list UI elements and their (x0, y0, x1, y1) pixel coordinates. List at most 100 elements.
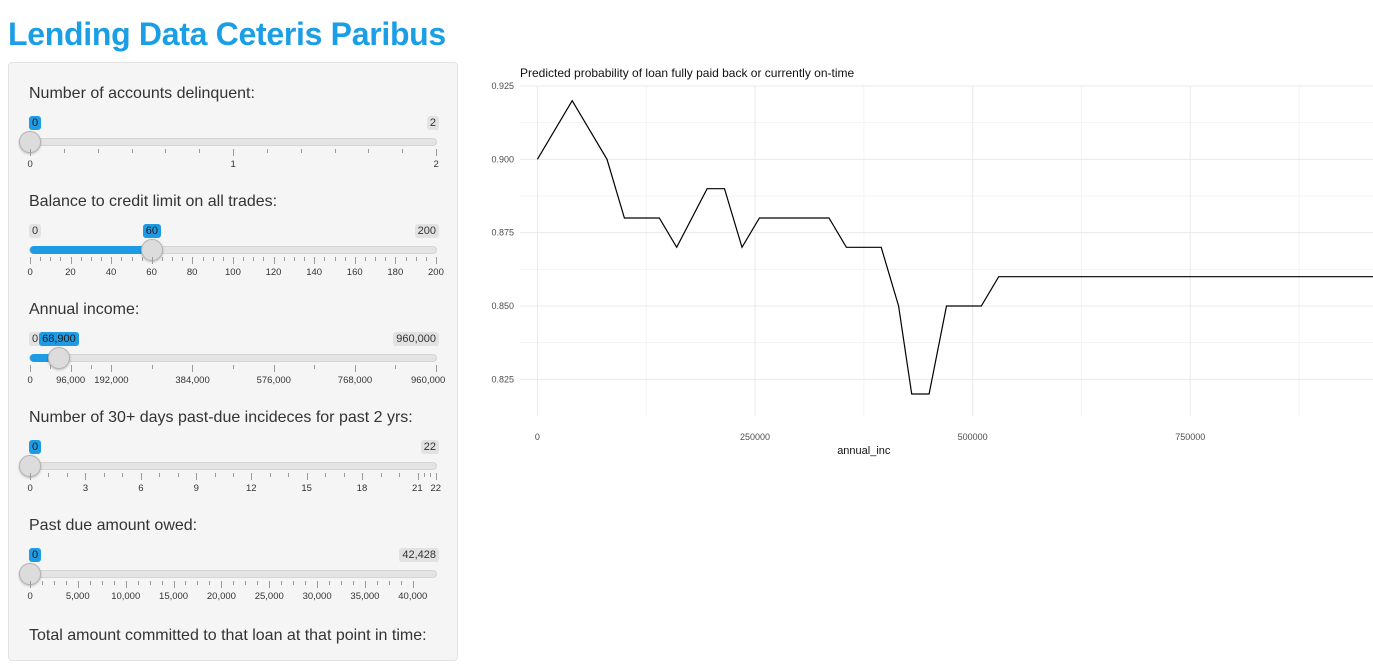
minor-tick (425, 257, 427, 261)
slider-track[interactable] (29, 570, 437, 578)
minor-tick (141, 257, 143, 261)
tick-label: 10,000 (111, 591, 141, 602)
x-tick-label: 0 (535, 432, 540, 442)
minor-tick (66, 473, 68, 477)
tick-label: 180 (387, 267, 404, 278)
slider-ticks: 0 5,000 10,000 15,000 20,000 25,000 30,000 35,0… (28, 581, 439, 613)
major-tick (362, 473, 364, 480)
tick-label: 96,000 (56, 375, 86, 386)
minor-tick (305, 581, 307, 585)
minor-tick (197, 581, 199, 585)
slider-label: Past due amount owed: (29, 517, 198, 534)
minor-tick (161, 257, 163, 261)
minor-tick (103, 473, 105, 477)
tick-label: 25,000 (254, 591, 284, 602)
minor-tick (214, 473, 216, 477)
major-tick (77, 581, 79, 588)
slider-track[interactable] (29, 354, 437, 362)
minor-tick (90, 365, 92, 369)
minor-tick (202, 257, 204, 261)
slider-track[interactable] (29, 138, 437, 146)
major-tick (354, 365, 356, 372)
minor-tick (352, 581, 354, 585)
minor-tick (159, 473, 161, 477)
major-tick (70, 257, 72, 264)
major-tick (417, 473, 419, 480)
major-tick (111, 365, 113, 372)
major-tick (395, 257, 397, 264)
major-tick (30, 257, 31, 264)
minor-tick (90, 257, 92, 261)
tick-label: 18 (356, 483, 368, 494)
tick-label: 1 (230, 159, 236, 170)
chart-title: Predicted probability of loan fully paid… (520, 66, 855, 80)
major-tick (436, 257, 437, 264)
minor-tick (80, 257, 82, 261)
minor-tick (344, 257, 346, 261)
current-value-badge: 0 (29, 116, 42, 130)
slider-fill (30, 246, 153, 254)
minor-tick (400, 581, 402, 585)
major-tick (111, 257, 113, 264)
major-tick (436, 365, 437, 372)
tick-label: 3 (82, 483, 89, 494)
slider-track[interactable] (29, 246, 437, 254)
minor-tick (293, 581, 295, 585)
tick-label: 120 (265, 267, 282, 278)
tick-label: 160 (346, 267, 363, 278)
minor-tick (101, 581, 103, 585)
minor-tick (89, 581, 91, 585)
major-tick (125, 581, 127, 588)
minor-tick (65, 581, 67, 585)
major-tick (85, 473, 87, 480)
slider-ticks: 0 1 2 (28, 149, 439, 181)
minor-tick (257, 581, 259, 585)
minor-tick (209, 581, 211, 585)
minor-tick (131, 149, 133, 153)
minor-tick (314, 365, 316, 369)
slider-track[interactable] (29, 462, 437, 470)
minor-tick (161, 581, 163, 585)
min-value-badge: 0 (29, 224, 42, 238)
minor-tick (199, 149, 201, 153)
major-tick (273, 257, 275, 264)
tick-label: 80 (186, 267, 198, 278)
minor-tick (281, 581, 283, 585)
minor-tick (380, 473, 382, 477)
minor-tick (364, 257, 366, 261)
tick-label: 192,000 (94, 375, 129, 386)
max-value-badge: 960,000 (393, 332, 439, 346)
y-tick-label: 0.925 (491, 81, 514, 91)
minor-tick (165, 149, 167, 153)
minor-tick (423, 473, 425, 477)
minor-tick (172, 257, 174, 261)
minor-tick (48, 473, 50, 477)
x-tick-label: 750000 (1175, 432, 1205, 442)
major-tick (196, 473, 198, 480)
minor-tick (415, 257, 417, 261)
minor-tick (405, 257, 407, 261)
minor-tick (263, 257, 265, 261)
chart-svg: 0.825 0.850 0.875 0.900 0.925 0 250000 500000 75… (491, 81, 1373, 457)
minor-tick (399, 473, 401, 477)
y-tick-label: 0.825 (491, 374, 514, 384)
minor-tick (334, 257, 336, 261)
minor-tick (385, 257, 387, 261)
minor-tick (340, 581, 342, 585)
minor-tick (329, 581, 331, 585)
minor-tick (50, 365, 52, 369)
minor-tick (50, 257, 52, 261)
total-committed-label: Total amount committed to that loan at t… (29, 627, 427, 644)
tick-label: 768,000 (337, 375, 373, 386)
sidebar-panel: Number of accounts delinquent:020012Bala… (8, 62, 458, 661)
minor-tick (253, 257, 255, 261)
minor-tick (269, 473, 271, 477)
max-value-badge: 200 (414, 224, 439, 238)
minor-tick (137, 581, 139, 585)
major-tick (30, 149, 31, 156)
minor-tick (177, 473, 179, 477)
slider-label: Balance to credit limit on all trades: (29, 193, 278, 210)
major-tick (233, 149, 234, 156)
y-tick-label: 0.875 (491, 228, 514, 238)
max-value-badge: 2 (426, 116, 439, 130)
